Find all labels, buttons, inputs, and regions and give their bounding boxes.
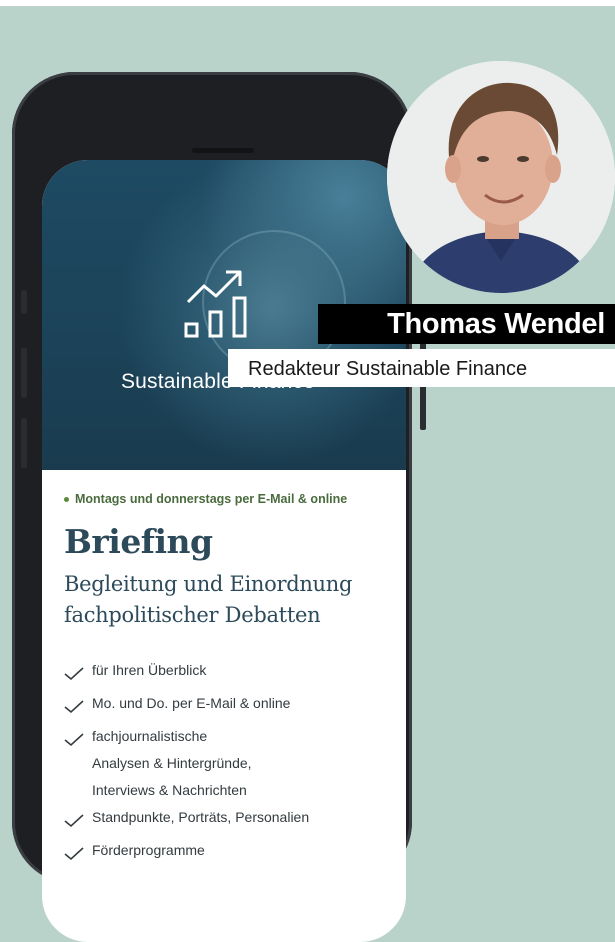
checkmark-icon bbox=[64, 723, 92, 804]
briefing-title: Briefing bbox=[64, 522, 213, 561]
checkmark-icon bbox=[64, 837, 92, 870]
list-item: für Ihren Überblick bbox=[64, 657, 394, 690]
bullet-dot-icon bbox=[64, 496, 69, 502]
phone-volume-up bbox=[21, 348, 27, 398]
checkmark-icon bbox=[64, 804, 92, 837]
author-portrait bbox=[387, 61, 615, 293]
checkmark-icon bbox=[64, 657, 92, 690]
list-item: Förderprogramme bbox=[64, 837, 394, 870]
phone-mute-switch bbox=[21, 290, 27, 314]
briefing-subtitle: Begleitung und Einordnung fachpolitische… bbox=[64, 572, 353, 627]
phone-volume-down bbox=[21, 418, 27, 468]
phone-screen: Sustainable Finance Montags und donnerst… bbox=[42, 160, 406, 942]
author-role-label: Redakteur Sustainable Finance bbox=[228, 349, 615, 387]
checkmark-icon bbox=[64, 690, 92, 723]
phone-speaker bbox=[192, 148, 254, 153]
feature-list: für Ihren Überblick Mo. und Do. per E-Ma… bbox=[64, 657, 394, 870]
list-item: Standpunkte, Porträts, Personalien bbox=[64, 804, 394, 837]
list-item: Mo. und Do. per E-Mail & online bbox=[64, 690, 394, 723]
author-name-label: Thomas Wendel bbox=[318, 304, 615, 344]
chart-growth-icon bbox=[184, 270, 247, 338]
frequency-note: Montags und donnerstags per E-Mail & onl… bbox=[64, 492, 394, 506]
list-item: fachjournalistische Analysen & Hintergrü… bbox=[64, 723, 394, 804]
person-photo bbox=[387, 61, 615, 293]
top-strip bbox=[0, 0, 615, 6]
briefing-content: Montags und donnerstags per E-Mail & onl… bbox=[64, 492, 394, 870]
phone-mockup: Sustainable Finance Montags und donnerst… bbox=[12, 72, 426, 942]
